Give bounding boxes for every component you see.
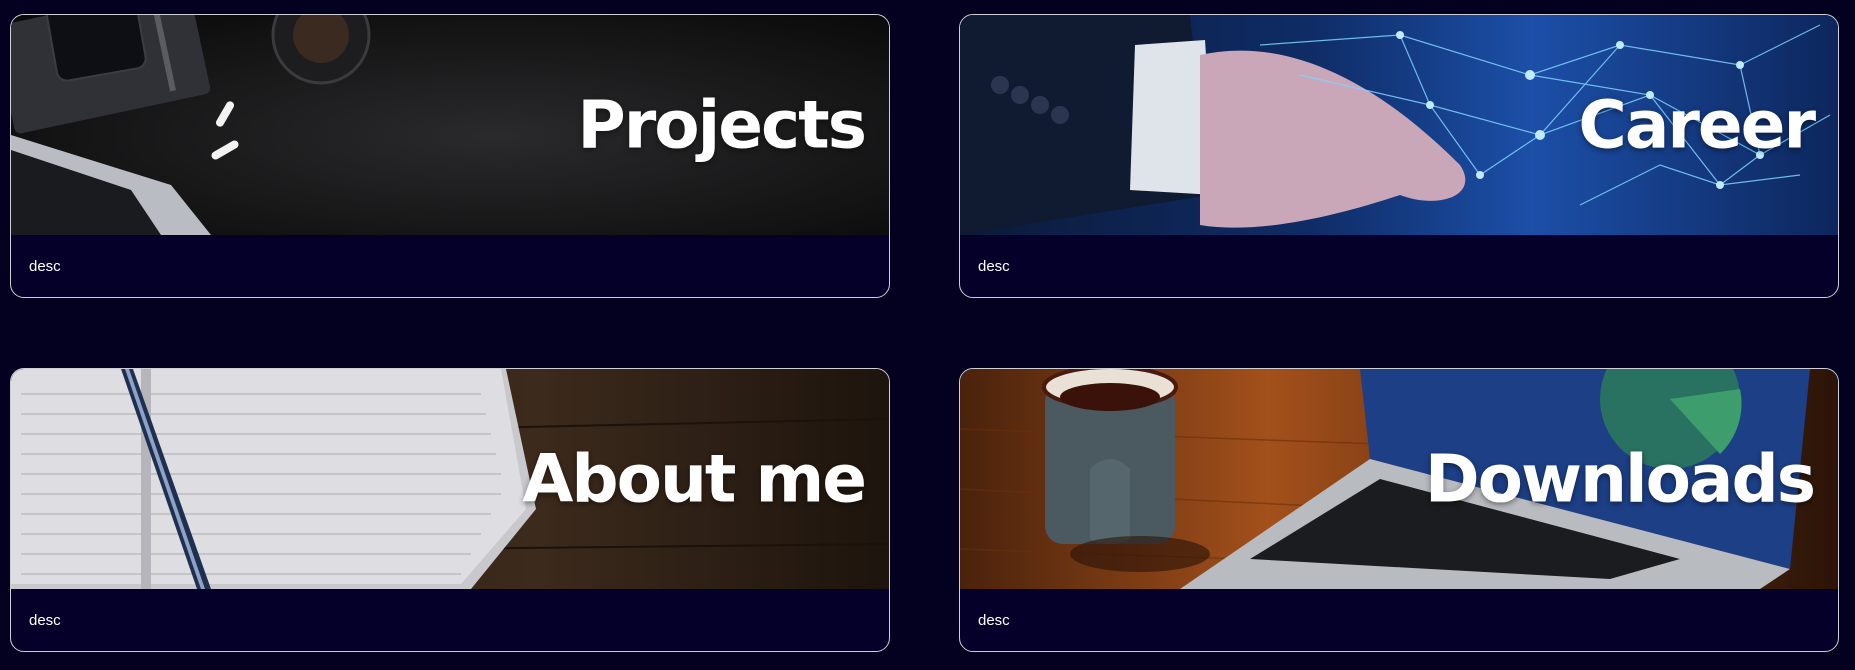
card-banner: About me: [11, 369, 889, 589]
card-title: Downloads: [1424, 440, 1816, 518]
card-title: About me: [522, 440, 867, 518]
card-banner: Downloads: [960, 369, 1838, 589]
card-description: desc: [978, 612, 1010, 629]
card-description: desc: [29, 258, 61, 275]
card-banner: Projects: [11, 15, 889, 235]
card-title: Projects: [577, 86, 867, 164]
card-projects[interactable]: Projects desc: [10, 14, 890, 298]
card-downloads[interactable]: Downloads desc: [959, 368, 1839, 652]
card-career[interactable]: Career desc: [959, 14, 1839, 298]
card-grid: Projects desc Career desc About me desc …: [0, 0, 1855, 670]
card-title: Career: [1578, 86, 1816, 164]
card-about-me[interactable]: About me desc: [10, 368, 890, 652]
card-description: desc: [29, 612, 61, 629]
card-banner: Career: [960, 15, 1838, 235]
card-description: desc: [978, 258, 1010, 275]
